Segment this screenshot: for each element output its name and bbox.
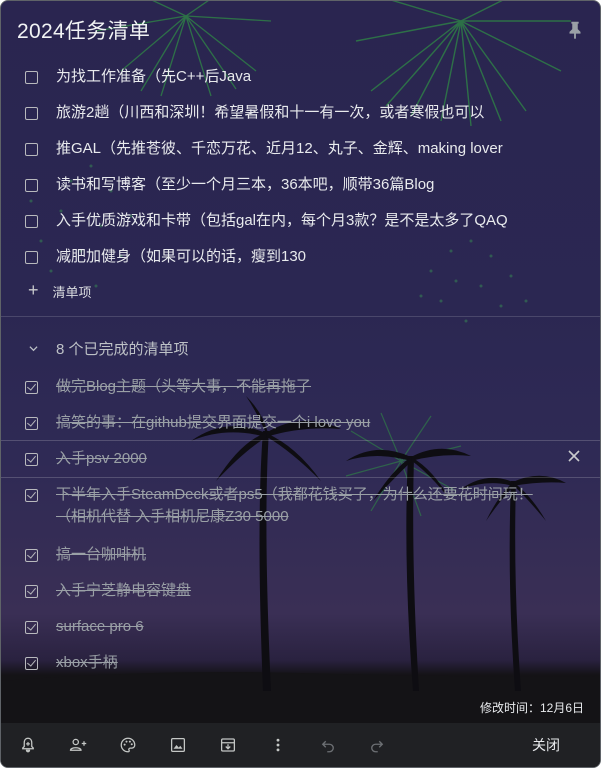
add-list-item-label: 清单项 — [52, 285, 92, 300]
add-list-item-button[interactable]: + 清单项 — [28, 279, 92, 301]
note-toolbar: 关闭 — [1, 723, 600, 767]
undo-icon[interactable] — [319, 736, 337, 754]
checklist-item-text[interactable]: 为找工作准备（先C++后Java — [56, 66, 251, 88]
completed-item[interactable]: xbox手柄 — [25, 652, 584, 674]
completed-item[interactable]: 入手psv 2000 — [25, 448, 584, 470]
checkbox[interactable] — [25, 71, 38, 84]
checklist-item-text[interactable]: 入手优质游戏和卡带（包括gal在内，每个月3款？是不是太多了QAQ — [56, 210, 508, 232]
completed-item[interactable]: 搞笑的事：在github提交界面提交一个i love you — [25, 412, 584, 434]
checkbox-checked[interactable] — [25, 657, 38, 670]
checkbox[interactable] — [25, 107, 38, 120]
completed-item-text[interactable]: 做完Blog主题（头等大事，不能再拖了 — [56, 376, 556, 398]
checkbox[interactable] — [25, 251, 38, 264]
delete-item-icon[interactable] — [568, 450, 580, 462]
note-title[interactable]: 2024任务清单 — [17, 15, 150, 45]
completed-item[interactable]: 搞一台咖啡机 — [25, 544, 584, 566]
palette-icon[interactable] — [119, 736, 137, 754]
checklist-item[interactable]: 推GAL（先推苍彼、千恋万花、近月12、丸子、金辉、making lover — [25, 138, 584, 160]
modified-time: 修改时间：12月6日 — [479, 701, 584, 715]
checkbox-checked[interactable] — [25, 453, 38, 466]
checklist-item[interactable]: 读书和写博客（至少一个月三本，36本吧，顺带36篇Blog — [25, 174, 584, 196]
completed-item-text[interactable]: 入手psv 2000 — [56, 448, 556, 470]
checkbox[interactable] — [25, 179, 38, 192]
chevron-down-icon — [29, 346, 38, 352]
checkbox-checked[interactable] — [25, 417, 38, 430]
checklist-item-text[interactable]: 推GAL（先推苍彼、千恋万花、近月12、丸子、金辉、making lover — [56, 138, 503, 160]
redo-icon[interactable] — [368, 736, 386, 754]
pin-icon[interactable] — [564, 19, 586, 41]
checklist-item-text[interactable]: 减肥加健身（如果可以的话，瘦到130 — [56, 246, 306, 268]
note-editor: 2024任务清单 为找工作准备（先C++后Java 旅游2趟（川西和深圳！希望暑… — [0, 0, 601, 768]
completed-item[interactable]: 入手宁芝静电容键盘 — [25, 580, 584, 602]
checklist-item[interactable]: 减肥加健身（如果可以的话，瘦到130 — [25, 246, 584, 268]
checklist-item-text[interactable]: 旅游2趟（川西和深圳！希望暑假和十一有一次，或者寒假也可以 — [56, 102, 484, 124]
completed-items-label: 8 个已完成的清单项 — [56, 341, 189, 358]
checkbox-checked[interactable] — [25, 549, 38, 562]
completed-item[interactable]: surface pro 6 — [25, 616, 584, 638]
checkbox-checked[interactable] — [25, 585, 38, 598]
checklist-item-text[interactable]: 读书和写博客（至少一个月三本，36本吧，顺带36篇Blog — [56, 174, 434, 196]
checkbox-checked[interactable] — [25, 381, 38, 394]
archive-icon[interactable] — [219, 736, 237, 754]
completed-item-text[interactable]: surface pro 6 — [56, 616, 556, 638]
checklist-item[interactable]: 为找工作准备（先C++后Java — [25, 66, 584, 88]
completed-item-text[interactable]: 搞笑的事：在github提交界面提交一个i love you — [56, 412, 556, 434]
person-add-icon[interactable] — [68, 736, 88, 754]
divider — [1, 316, 600, 317]
checkbox[interactable] — [25, 215, 38, 228]
image-icon[interactable] — [169, 736, 187, 754]
more-vert-icon[interactable] — [269, 736, 287, 754]
checkbox-checked[interactable] — [25, 489, 38, 502]
checklist-item[interactable]: 旅游2趟（川西和深圳！希望暑假和十一有一次，或者寒假也可以 — [25, 102, 584, 124]
completed-item-text[interactable]: xbox手柄 — [56, 652, 556, 674]
completed-items-toggle[interactable]: 8 个已完成的清单项 — [29, 338, 189, 359]
checkbox[interactable] — [25, 143, 38, 156]
completed-item-text[interactable]: 入手宁芝静电容键盘 — [56, 580, 556, 602]
close-button[interactable]: 关闭 — [532, 735, 560, 755]
completed-item[interactable]: 下半年入手SteamDeck或者ps5（我都花钱买了，为什么还要花时间玩！（相机… — [25, 484, 584, 528]
completed-item-text[interactable]: 搞一台咖啡机 — [56, 544, 556, 566]
plus-icon: + — [28, 279, 39, 300]
checklist-item[interactable]: 入手优质游戏和卡带（包括gal在内，每个月3款？是不是太多了QAQ — [25, 210, 584, 232]
completed-item[interactable]: 做完Blog主题（头等大事，不能再拖了 — [25, 376, 584, 398]
completed-item-text[interactable]: 下半年入手SteamDeck或者ps5（我都花钱买了，为什么还要花时间玩！（相机… — [56, 484, 556, 528]
bell-plus-icon[interactable] — [19, 736, 37, 754]
checkbox-checked[interactable] — [25, 621, 38, 634]
